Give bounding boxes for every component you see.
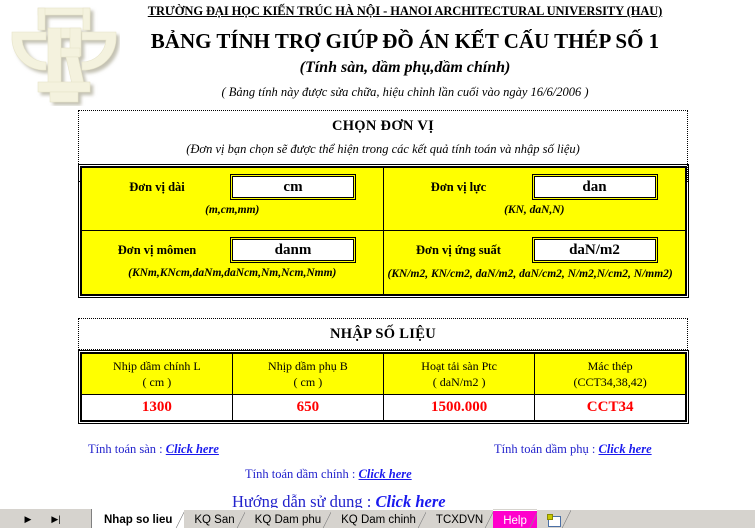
unit-cell-length: Đơn vị dài cm (m,cm,mm) [82,168,384,231]
data-input-table: Nhịp dầm chính L ( cm ) Nhịp dầm phụ B (… [78,350,689,424]
link-line-main-beam: Tính toán dầm chính : Click here [245,467,412,482]
unit-hint-length: (m,cm,mm) [205,204,260,216]
unit-value-stress[interactable]: daN/m2 [531,237,658,263]
unit-cell-force: Đơn vị lực dan (KN, daN,N) [383,168,685,231]
sheet-tab-macro-sheet[interactable] [536,509,571,528]
sheet-nav-buttons: ▶ ▶| [0,509,92,528]
unit-label-force: Đơn vị lực [430,179,487,194]
units-grid: Đơn vị dài cm (m,cm,mm) Đơn vị lực dan (… [78,164,689,298]
header-line2: (CCT34,38,42) [573,374,647,389]
header-line2: ( cm ) [293,374,323,389]
unit-label-length: Đơn vị dài [129,179,185,194]
link-line-slab: Tính toán sàn : Click here [88,442,219,457]
header-line1: Nhịp dầm phụ B [268,358,348,373]
hau-university-logo [8,2,120,106]
sheet-tab-kq-dam-chinh[interactable]: KQ Dam chinh [331,509,427,528]
page-header: TRƯỜNG ĐẠI HỌC KIẾN TRÚC HÀ NỘI - HANOI … [0,0,755,108]
table-header-row: Nhịp dầm chính L ( cm ) Nhịp dầm phụ B (… [80,352,687,395]
unit-hint-force: (KN, daN,N) [504,204,565,216]
sheet-tab-bar: ▶ ▶| Nhap so lieu KQ San KQ Dam phu KQ D… [0,508,755,528]
header-line1: Mác thép [587,358,633,373]
data-input-panel-header: NHẬP SỐ LIỆU [78,318,688,350]
sheet-tab-kq-dam-phu[interactable]: KQ Dam phu [244,509,333,528]
link-line-secondary-beam: Tính toán dầm phụ : Click here [494,442,652,457]
unit-value-length[interactable]: cm [230,174,356,200]
sheet-tab-tcxdvn[interactable]: TCXDVN [425,509,495,528]
units-panel-subtitle: (Đơn vị bạn chọn sẽ được thể hiện trong … [186,142,580,156]
page-title: BẢNG TÍNH TRỢ GIÚP ĐỒ ÁN KẾT CẤU THÉP SỐ… [150,29,660,53]
header-line2: ( cm ) [142,374,172,389]
unit-value-moment[interactable]: danm [230,237,356,263]
unit-cell-stress: Đơn vị ứng suất daN/m2 (KN/m2, KN/cm2, d… [384,231,686,294]
sheet-tabs: Nhap so lieu KQ San KQ Dam phu KQ Dam ch… [92,509,755,528]
unit-label-moment: Đơn vị mômen [117,242,197,257]
header-line1: Hoạt tải sàn Ptc [421,358,497,373]
revision-note: ( Bảng tính này được sửa chữa, hiệu chỉn… [221,85,589,99]
data-input-panel-title: NHẬP SỐ LIỆU [330,326,436,342]
unit-hint-stress: (KN/m2, KN/cm2, daN/m2, daN/cm2, N/m2,N/… [387,268,673,280]
table-row: 1300 650 1500.000 CCT34 [80,393,687,422]
unit-label-stress: Đơn vị ứng suất [416,242,501,257]
link-label-slab: Tính toán sàn : [88,442,166,456]
link-slab-click-here[interactable]: Click here [166,442,219,456]
link-label-main-beam: Tính toán dầm chính : [245,467,359,481]
header-line2: ( daN/m2 ) [432,374,486,389]
header-line1: Nhịp dầm chính L [113,358,201,373]
next-sheet-icon[interactable]: ▶ [22,513,34,525]
macro-sheet-icon [546,513,561,527]
sheet-tab-nhap-so-lieu[interactable]: Nhap so lieu [92,509,186,528]
unit-cell-moment: Đơn vị mômen danm (KNm,KNcm,daNm,daNcm,N… [82,231,384,294]
value-main-beam-span[interactable]: 1300 [80,393,233,422]
sheet-tab-help[interactable]: Help [493,510,538,528]
link-label-secondary-beam: Tính toán dầm phụ : [494,442,599,456]
spreadsheet-page: TRƯỜNG ĐẠI HỌC KIẾN TRÚC HÀ NỘI - HANOI … [0,0,755,528]
value-live-load[interactable]: 1500.000 [382,393,536,422]
column-header-secondary-beam-span: Nhịp dầm phụ B ( cm ) [231,352,385,395]
sheet-tab-kq-san[interactable]: KQ San [184,509,246,528]
link-secondary-beam-click-here[interactable]: Click here [599,442,652,456]
tab-bar-filler [569,509,755,528]
units-panel-title: CHỌN ĐƠN VỊ [331,118,435,134]
unit-value-force[interactable]: dan [531,174,658,200]
column-header-steel-grade: Mác thép (CCT34,38,42) [534,352,687,395]
last-sheet-icon[interactable]: ▶| [50,513,62,525]
column-header-live-load: Hoạt tải sàn Ptc ( daN/m2 ) [382,352,536,395]
value-secondary-beam-span[interactable]: 650 [231,393,385,422]
university-name: TRƯỜNG ĐẠI HỌC KIẾN TRÚC HÀ NỘI - HANOI … [147,4,663,18]
link-main-beam-click-here[interactable]: Click here [359,467,412,481]
unit-hint-moment: (KNm,KNcm,daNm,daNcm,Nm,Ncm,Nmm) [128,267,337,279]
value-steel-grade[interactable]: CCT34 [534,393,687,422]
page-subtitle: (Tính sàn, dầm phụ,dầm chính) [299,59,511,76]
column-header-main-beam-span: Nhịp dầm chính L ( cm ) [80,352,233,395]
